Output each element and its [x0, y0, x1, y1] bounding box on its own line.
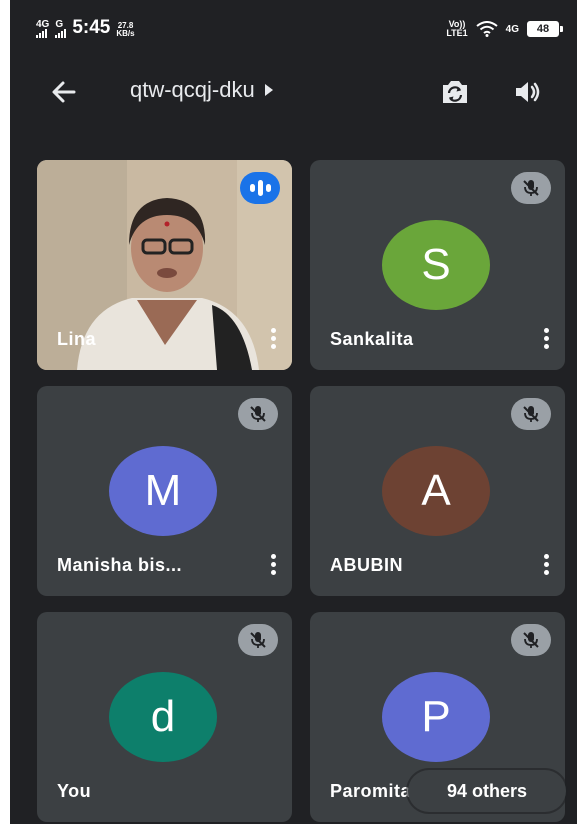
battery-icon: 48: [527, 21, 563, 37]
participant-name: ABUBIN: [330, 555, 403, 575]
switch-camera-icon[interactable]: [438, 75, 472, 109]
participant-name: Paromita: [330, 781, 412, 801]
more-options-icon[interactable]: [541, 554, 551, 580]
network-type-right: 4G: [505, 23, 519, 35]
avatar: M: [109, 446, 217, 536]
status-left: 4G G 5:45 27.8 KB/s: [36, 18, 135, 38]
others-participants-button[interactable]: 94 others: [408, 770, 566, 812]
network-speed: 27.8 KB/s: [116, 22, 134, 38]
avatar: A: [382, 446, 490, 536]
meet-screen: 4G G 5:45 27.8 KB/s Vo)) LTE1 4G 48 qtw-…: [10, 0, 577, 824]
avatar: S: [382, 220, 490, 310]
speaking-indicator-icon: [240, 172, 280, 204]
status-right: Vo)) LTE1 4G 48: [446, 20, 563, 38]
meeting-title[interactable]: qtw-qcqj-dku: [130, 77, 273, 103]
network-type-1: 4G: [36, 19, 50, 30]
more-options-icon[interactable]: [268, 328, 278, 354]
chevron-right-icon: [264, 84, 273, 96]
network-type-2: G: [55, 19, 64, 30]
more-options-icon[interactable]: [541, 328, 551, 354]
mic-off-icon: [511, 624, 551, 656]
signal-bars-icon: [36, 29, 47, 38]
participant-tile-manisha[interactable]: M Manisha bis...: [37, 386, 292, 596]
mic-off-icon: [238, 398, 278, 430]
participant-tile-you[interactable]: d You: [37, 612, 292, 822]
meeting-top-bar: qtw-qcqj-dku: [10, 60, 577, 120]
more-options-icon[interactable]: [268, 554, 278, 580]
clock: 5:45: [72, 17, 111, 38]
back-arrow-icon[interactable]: [48, 76, 80, 108]
participant-name: Manisha bis...: [57, 555, 183, 575]
signal-bars-icon: [55, 29, 67, 38]
avatar: d: [109, 672, 217, 762]
mic-off-icon: [238, 624, 278, 656]
wifi-icon: [476, 21, 498, 37]
participant-name: Lina: [57, 329, 97, 349]
meeting-code: qtw-qcqj-dku: [130, 77, 255, 102]
participant-tile-sankalita[interactable]: S Sankalita: [310, 160, 565, 370]
participant-name: Sankalita: [330, 329, 414, 349]
avatar: P: [382, 672, 490, 762]
speed-unit: KB/s: [116, 29, 135, 38]
volte-line-2: LTE1: [446, 28, 468, 38]
participant-tile-abubin[interactable]: A ABUBIN: [310, 386, 565, 596]
participant-name: You: [57, 781, 92, 801]
participant-tile-lina[interactable]: Lina: [37, 160, 292, 370]
mic-off-icon: [511, 172, 551, 204]
speaker-icon[interactable]: [510, 75, 544, 109]
status-bar: 4G G 5:45 27.8 KB/s Vo)) LTE1 4G 48: [10, 0, 577, 60]
mic-off-icon: [511, 398, 551, 430]
signal-2: G: [55, 19, 67, 38]
volte-indicator: Vo)) LTE1: [446, 20, 467, 38]
signal-1: 4G: [36, 20, 49, 38]
